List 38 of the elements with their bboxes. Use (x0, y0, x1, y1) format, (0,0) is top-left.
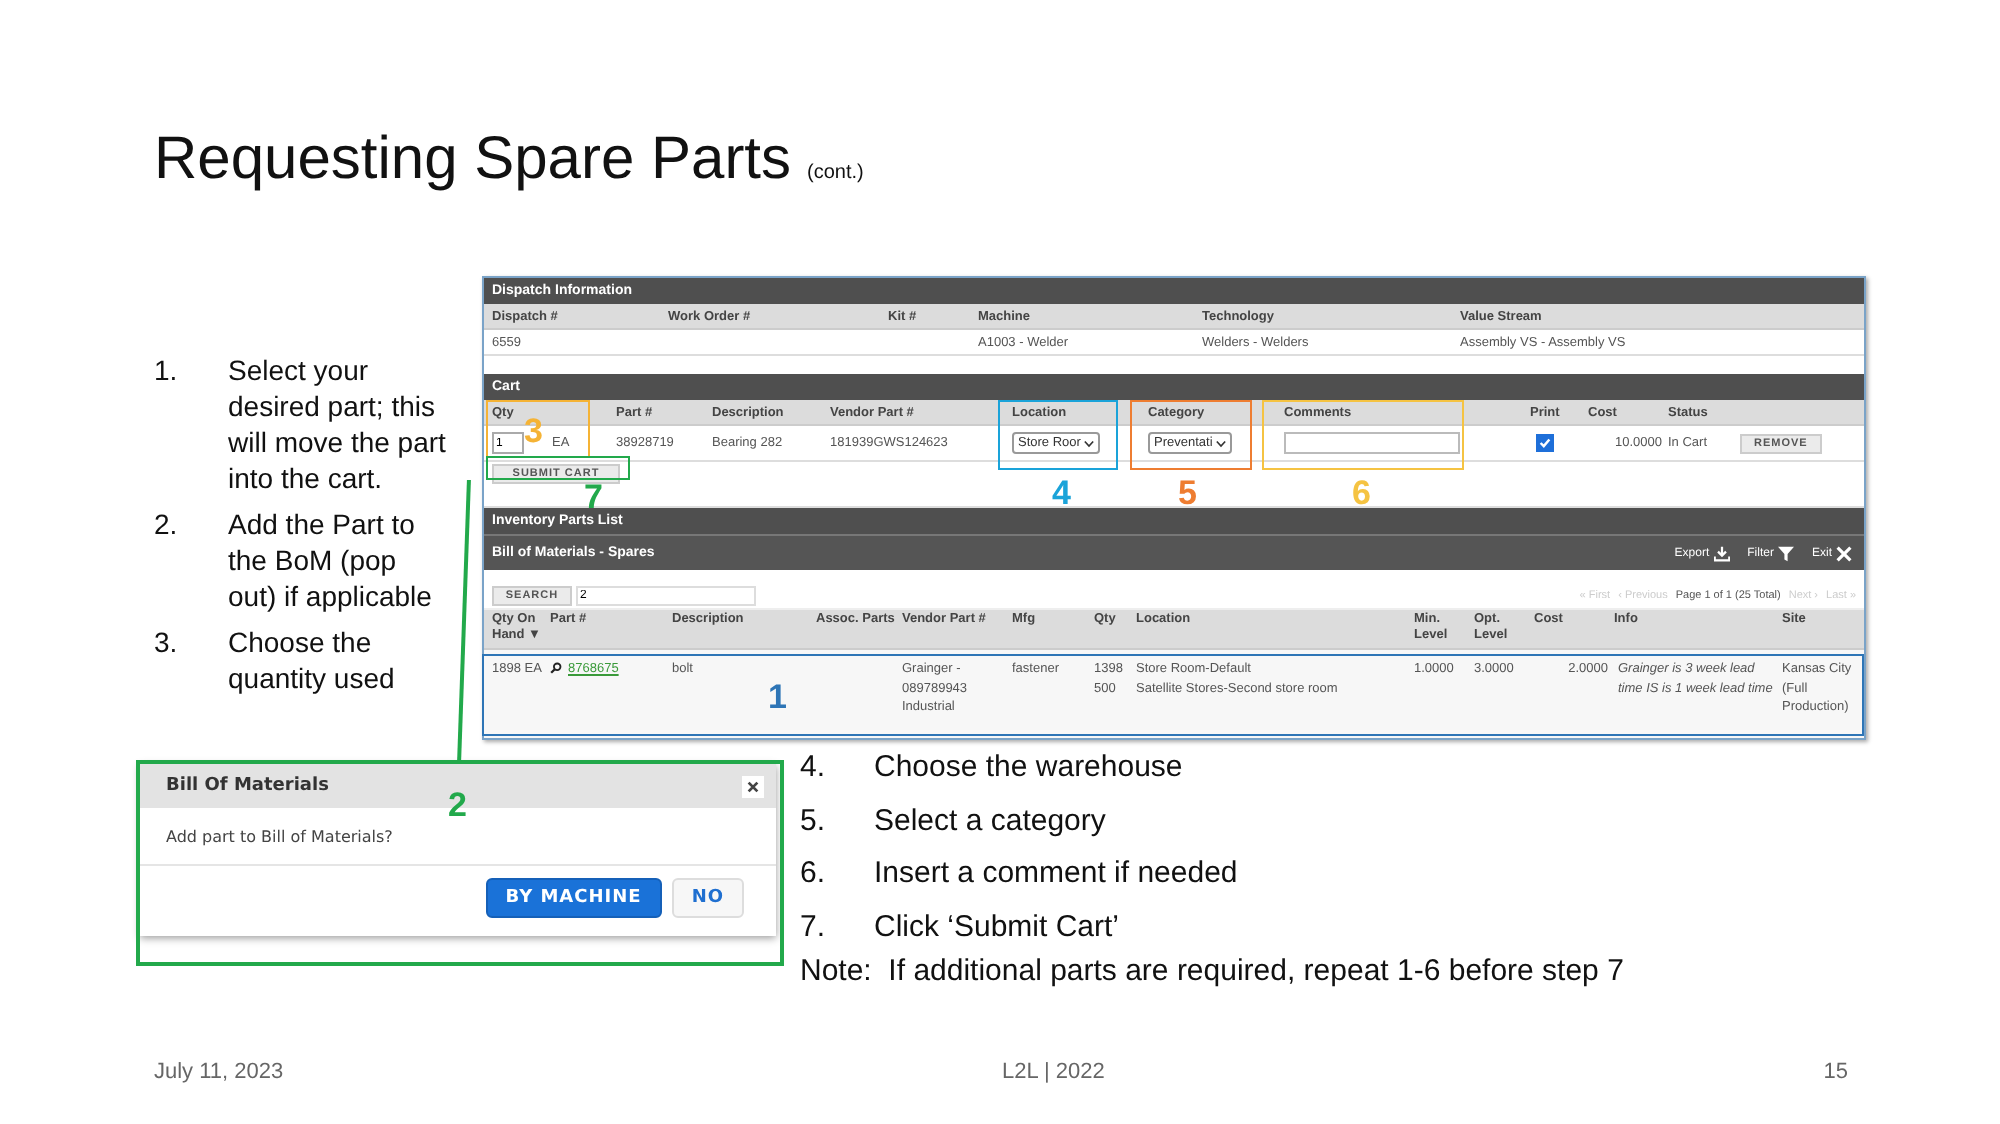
caret-icon (1084, 439, 1095, 447)
step-number: 3. (154, 624, 180, 662)
step-text: Select a category (874, 801, 1106, 841)
step-text: Click ‘Submit Cart’ (874, 907, 1120, 947)
comment-field[interactable] (1284, 431, 1460, 453)
step-number: 4. (800, 748, 828, 788)
step-text: Insert a comment if needed (874, 854, 1238, 894)
step-text: Choose the warehouse (874, 748, 1183, 788)
title-note: (cont.) (807, 162, 864, 184)
callout-number: 4 (1052, 478, 1071, 510)
footer-text: L2L | 2022 (1001, 1060, 1105, 1084)
step-number: 1. (154, 352, 180, 390)
callout-number: 6 (1352, 478, 1371, 510)
callout-number: 1 (768, 682, 787, 714)
step-text: Choose the quantity used (228, 624, 397, 696)
download-icon (1713, 545, 1730, 561)
dialog-title: Bill Of Materials (166, 776, 329, 796)
callout-number: 7 (584, 482, 603, 514)
checkbox[interactable] (1536, 434, 1554, 452)
close-icon (1836, 545, 1852, 561)
step-text: Select your desired part; this will move the part into the cart. (228, 352, 448, 496)
callout-number: 3 (524, 416, 543, 448)
step-number: 7. (800, 907, 828, 947)
primary-button[interactable]: BY MACHINE (485, 878, 662, 918)
slide-title: Requesting Spare Parts (154, 126, 792, 194)
filter-icon (1777, 545, 1794, 561)
page-number: 15 (1823, 1060, 1848, 1084)
step-number: 6. (800, 854, 828, 894)
callout-number: 5 (1178, 478, 1197, 510)
search-icon (550, 662, 562, 674)
step-text: Add the Part to the BoM (pop out) if applicable (228, 506, 434, 614)
step-number: 5. (800, 801, 828, 841)
note-text: Note: If additional parts are required, repeat 1-6 before step 7 (800, 954, 1624, 988)
secondary-button[interactable]: NO (671, 878, 744, 918)
close-button[interactable] (742, 775, 764, 797)
footer-date: July 11, 2023 (154, 1060, 284, 1084)
caret-icon (1216, 439, 1227, 447)
step-number: 2. (154, 506, 180, 544)
